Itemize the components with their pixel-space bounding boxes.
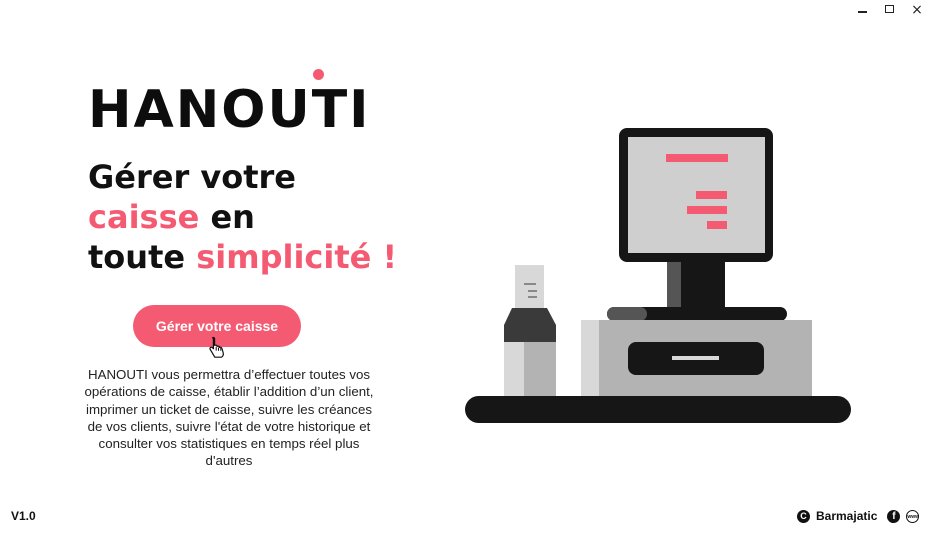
facebook-icon[interactable]: f xyxy=(887,509,901,523)
headline: Gérer votre caisse en toute simplicité ! xyxy=(88,157,397,277)
company-name: Barmajatic xyxy=(816,509,878,523)
headline-line3-start: toute xyxy=(88,238,197,276)
close-icon[interactable]: × xyxy=(910,3,924,17)
cash-register-illustration xyxy=(465,128,851,423)
minimize-icon[interactable] xyxy=(856,3,870,17)
headline-accent-caisse: caisse xyxy=(88,198,200,236)
app-description: HANOUTI vous permettra d’effectuer toute… xyxy=(84,367,374,469)
version-label: V1.0 xyxy=(11,509,36,523)
app-logo: HANOUTI xyxy=(88,80,371,140)
headline-accent-simplicite: simplicité ! xyxy=(196,238,398,276)
headline-line2-rest: en xyxy=(199,198,255,236)
copyright-icon: C xyxy=(797,509,810,523)
maximize-icon[interactable] xyxy=(883,3,897,17)
website-icon[interactable]: www xyxy=(906,509,920,523)
headline-line1: Gérer votre xyxy=(88,158,296,196)
logo-dot xyxy=(313,69,324,80)
hand-cursor-icon xyxy=(208,336,226,364)
footer-credits: C Barmajatic f www xyxy=(797,509,920,523)
